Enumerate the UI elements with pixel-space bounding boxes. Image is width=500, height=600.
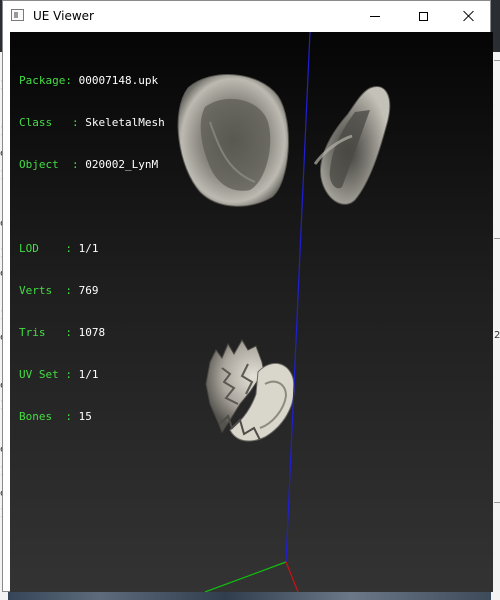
info-row-lod: LOD : 1/1 (19, 242, 99, 255)
info-row-uv-set: UV Set : 1/1 (19, 368, 99, 381)
app-window-icon[interactable] (11, 9, 24, 21)
background-digit: 2 (494, 330, 500, 341)
info-row-object: Object : 020002_LynM (19, 158, 159, 171)
info-row-verts: Verts : 769 (19, 284, 99, 297)
title-bar[interactable]: UE Viewer (3, 1, 490, 32)
left-ear-mesh (177, 74, 289, 207)
mesh-info-overlay: Package: 00007148.upk Class : SkeletalMe… (19, 46, 165, 452)
close-button[interactable] (446, 1, 492, 31)
z-axis-line (285, 32, 311, 563)
info-row-bones: Bones : 15 (19, 410, 92, 423)
maximize-icon (418, 11, 428, 21)
minimize-icon (370, 15, 380, 17)
tail-mesh (205, 339, 295, 442)
info-row-package: Package: 00007148.upk (19, 74, 159, 87)
close-icon (463, 10, 475, 22)
maximize-button[interactable] (400, 1, 446, 31)
info-row-class: Class : SkeletalMesh (19, 116, 165, 129)
window-title: UE Viewer (33, 9, 94, 23)
info-row-tris: Tris : 1078 (19, 326, 106, 339)
3d-viewport[interactable]: Package: 00007148.upk Class : SkeletalMe… (10, 32, 493, 592)
ue-viewer-window[interactable]: UE Viewer Package: 00007148.upk Class: … (2, 0, 493, 592)
x-axis-line (285, 561, 299, 592)
y-axis-line (204, 561, 287, 592)
minimize-button[interactable] (352, 1, 398, 31)
right-ear-mesh (313, 86, 391, 205)
